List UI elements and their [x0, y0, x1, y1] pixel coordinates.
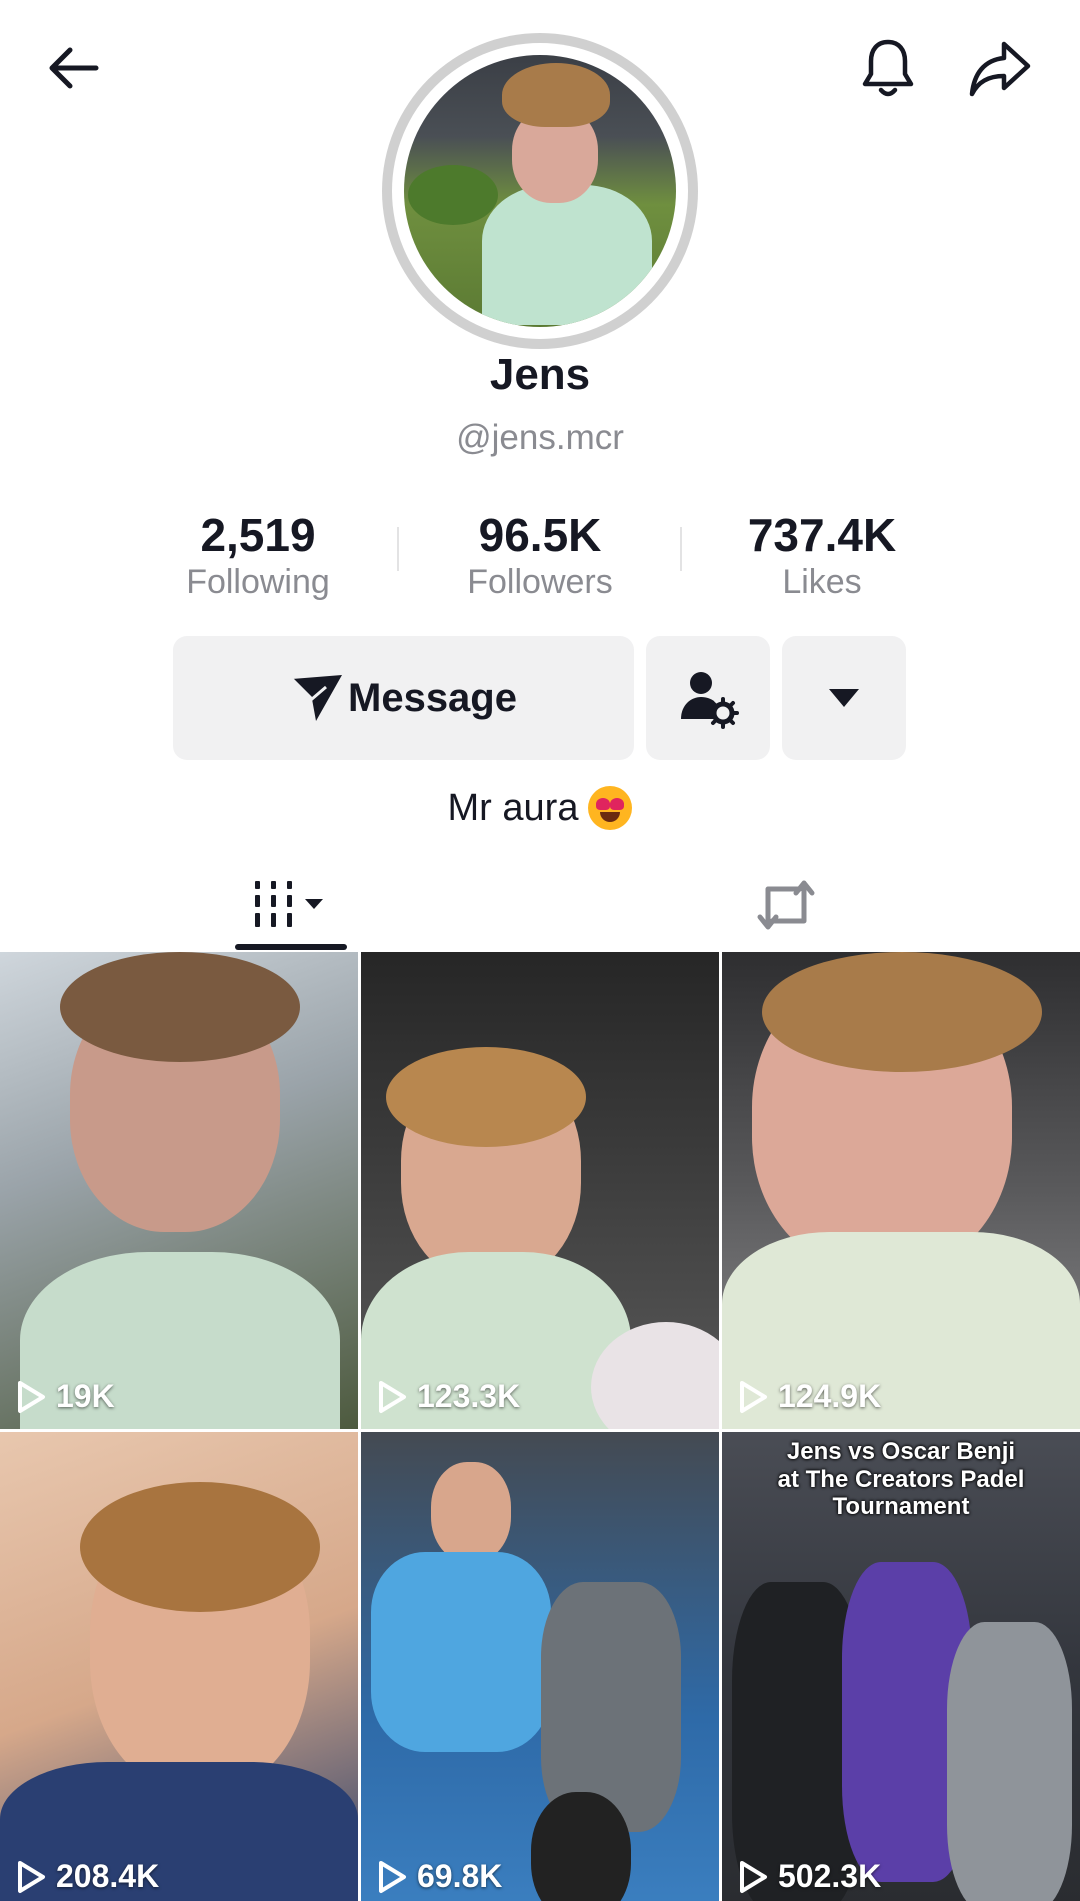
play-icon	[18, 1860, 45, 1893]
content-tabs	[0, 860, 1080, 950]
view-count: 502.3K	[738, 1858, 881, 1895]
tab-reposts[interactable]	[730, 860, 842, 950]
emoji-mouth	[600, 812, 621, 822]
video-thumbnail[interactable]: 69.8K	[361, 1432, 719, 1901]
stat-following[interactable]: 2,519 Following	[138, 510, 378, 602]
play-icon	[740, 1380, 767, 1413]
caret-down-icon	[829, 689, 859, 707]
avatar-border	[392, 43, 688, 339]
view-count-text: 502.3K	[778, 1858, 882, 1894]
stat-label: Followers	[467, 562, 613, 601]
tab-videos[interactable]	[235, 860, 347, 950]
stat-divider	[397, 527, 399, 571]
emoji-eye	[610, 798, 625, 810]
avatar	[404, 55, 676, 327]
view-count: 19K	[16, 1378, 115, 1415]
view-count-text: 123.3K	[417, 1378, 521, 1414]
video-thumbnail[interactable]: Jens vs Oscar Benji at The Creators Padel…	[722, 1432, 1080, 1901]
view-count-text: 124.9K	[778, 1378, 882, 1414]
arrow-left-icon	[49, 47, 99, 89]
video-thumbnail[interactable]: 123.3K	[361, 952, 719, 1429]
thumbnail-person-shape	[947, 1622, 1072, 1901]
view-count: 123.3K	[377, 1378, 520, 1415]
video-grid: 19K 123.3K 124.9K 208.4K 69.8K Jens vs O…	[0, 952, 1080, 1901]
profile-bio: Mr aura	[0, 786, 1080, 830]
stat-followers[interactable]: 96.5K Followers	[420, 510, 660, 602]
stat-likes[interactable]: 737.4K Likes	[702, 510, 942, 602]
thumbnail-face-shape	[431, 1462, 511, 1562]
thumbnail-racket-shape	[531, 1792, 631, 1901]
video-thumbnail[interactable]: 19K	[0, 952, 358, 1429]
more-options-button[interactable]	[782, 636, 906, 760]
share-button[interactable]	[960, 28, 1040, 108]
view-count: 208.4K	[16, 1858, 159, 1895]
active-tab-indicator	[235, 944, 347, 950]
message-label: Message	[348, 675, 517, 720]
view-count: 69.8K	[377, 1858, 502, 1895]
thumbnail-hair-shape	[80, 1482, 320, 1612]
grid-icon	[255, 881, 323, 927]
stat-value: 96.5K	[478, 509, 602, 561]
stat-label: Following	[186, 562, 330, 601]
thumbnail-shirt-shape	[371, 1552, 551, 1752]
video-caption: Jens vs Oscar Benji at The Creators Padel…	[777, 1438, 1025, 1521]
avatar-hair-shape	[502, 63, 610, 127]
view-count-text: 69.8K	[417, 1858, 503, 1894]
bio-text: Mr aura	[447, 786, 579, 829]
star-struck-emoji-icon	[588, 786, 633, 830]
play-icon	[379, 1860, 406, 1893]
view-count-text: 208.4K	[56, 1858, 160, 1894]
play-icon	[740, 1860, 767, 1893]
thumbnail-hair-shape	[386, 1047, 586, 1147]
repost-icon	[757, 880, 815, 930]
back-button[interactable]	[34, 28, 114, 108]
profile-stats: 2,519 Following 96.5K Followers 737.4K L…	[0, 510, 1080, 610]
stat-value: 737.4K	[747, 509, 897, 561]
thumbnail-hair-shape	[60, 952, 300, 1062]
avatar-plant-shape	[408, 165, 498, 225]
avatar-body-shape	[482, 185, 652, 325]
stat-label: Likes	[782, 562, 862, 601]
bell-icon	[862, 39, 914, 97]
user-gear-icon	[681, 672, 739, 729]
message-button[interactable]: Message	[173, 636, 634, 760]
video-thumbnail[interactable]: 124.9K	[722, 952, 1080, 1429]
share-arrow-icon	[969, 41, 1031, 97]
stat-divider	[680, 527, 682, 571]
user-settings-button[interactable]	[646, 636, 770, 760]
profile-name: Jens	[489, 350, 591, 399]
stat-value: 2,519	[200, 509, 316, 561]
emoji-eye	[596, 798, 611, 810]
view-count-text: 19K	[56, 1378, 115, 1414]
play-icon	[379, 1380, 406, 1413]
send-icon	[290, 675, 342, 721]
video-thumbnail[interactable]: 208.4K	[0, 1432, 358, 1901]
thumbnail-hair-shape	[762, 952, 1042, 1072]
view-count: 124.9K	[738, 1378, 881, 1415]
notifications-button[interactable]	[848, 28, 928, 108]
avatar-ring[interactable]	[382, 33, 698, 349]
profile-handle: @jens.mcr	[456, 418, 624, 457]
play-icon	[18, 1380, 45, 1413]
